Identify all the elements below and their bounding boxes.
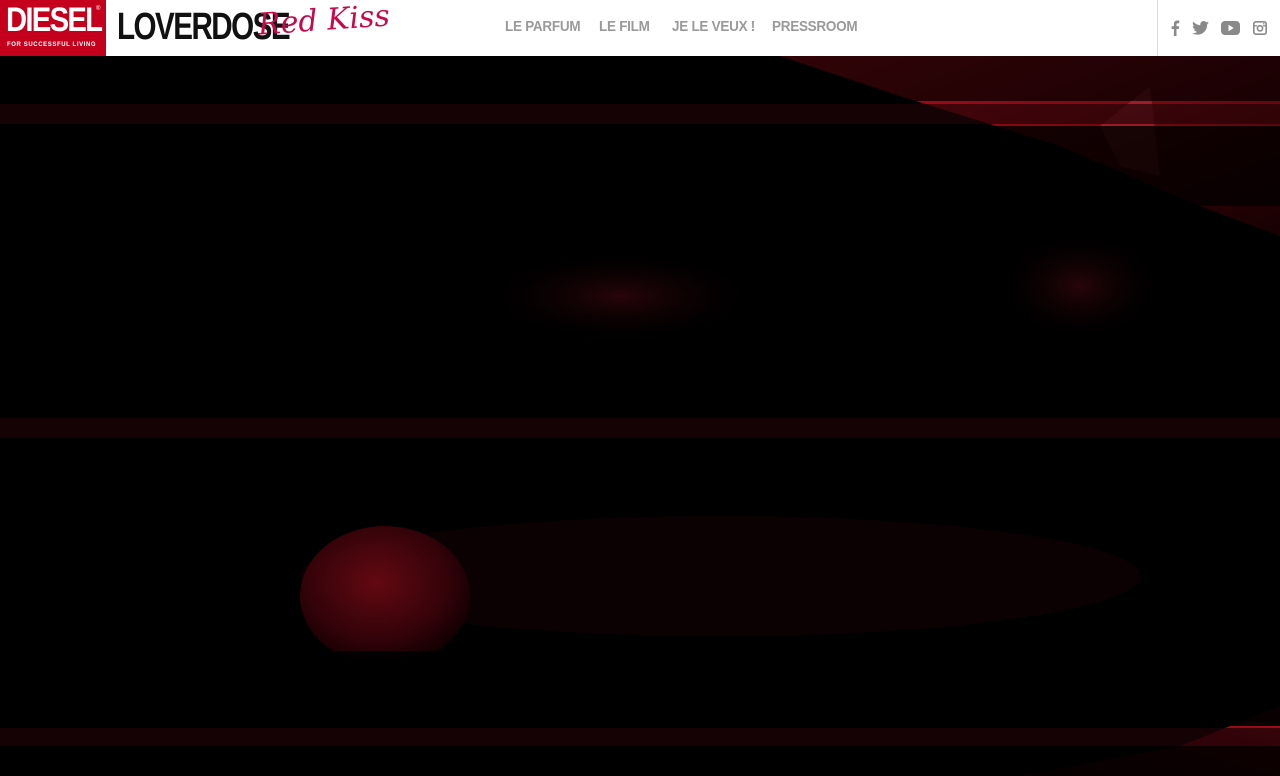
nav-item-le-film[interactable]: LE FILM — [599, 18, 650, 35]
registered-mark: ® — [96, 6, 101, 12]
nav-item-pressroom[interactable]: PRESSROOM — [772, 18, 858, 35]
hero-video[interactable] — [0, 56, 1280, 776]
header-divider — [1157, 0, 1158, 56]
diesel-logo[interactable]: DIESEL ® FOR SUCCESSFUL LIVING — [0, 0, 106, 56]
diesel-logo-tagline: FOR SUCCESSFUL LIVING — [7, 42, 97, 48]
nav-item-je-le-veux[interactable]: JE LE VEUX ! — [672, 18, 755, 35]
instagram-icon[interactable] — [1250, 18, 1270, 38]
diesel-logo-word: DIESEL — [6, 1, 103, 39]
nav-item-le-parfum[interactable]: LE PARFUM — [505, 18, 581, 35]
site-header: DIESEL ® FOR SUCCESSFUL LIVING LOVERDOSE… — [0, 0, 1280, 56]
product-edition: Red Kiss — [256, 0, 391, 43]
facebook-icon[interactable] — [1165, 18, 1185, 38]
youtube-icon[interactable] — [1220, 18, 1240, 38]
twitter-icon[interactable] — [1190, 18, 1210, 38]
hero-video-frame — [0, 56, 1280, 776]
